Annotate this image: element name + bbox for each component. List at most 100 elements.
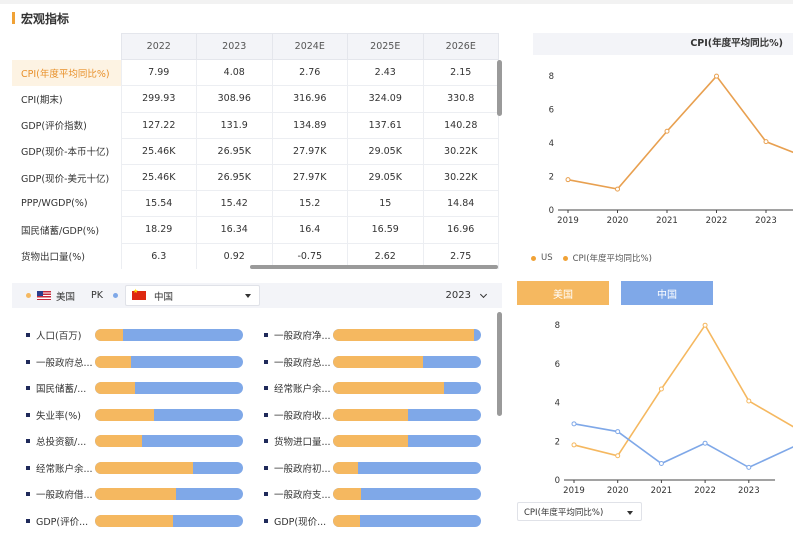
table-horizontal-scrollbar[interactable] (250, 265, 498, 269)
comparison-label: 一般政府支... (274, 490, 331, 501)
y-tick-label: 6 (549, 106, 554, 116)
comparison-bar-us-fill (333, 488, 362, 500)
comparison-vertical-scrollbar[interactable] (497, 312, 502, 416)
comparison-bar-track (95, 461, 243, 474)
table-cell: 2.76 (271, 59, 348, 87)
legend-item-us[interactable]: US (531, 253, 553, 263)
cn-flag-icon (132, 288, 146, 300)
row-label[interactable]: CPI(期末) (12, 86, 121, 112)
table-cell: 30.22K (422, 163, 499, 192)
x-tick-label: 2020 (607, 486, 629, 496)
comparison-item[interactable]: 一般政府初... (264, 460, 337, 476)
table-cell: 6.3 (120, 242, 197, 269)
table-cell: 316.96 (271, 85, 348, 113)
us-series-button[interactable]: 美国 (517, 281, 609, 305)
table-row[interactable]: GDP(现价-本币十亿) 25.46K 26.95K 27.97K 29.05K… (12, 137, 499, 165)
year-select[interactable]: 2023 (446, 283, 488, 308)
comparison-item[interactable]: 一般政府收... (264, 407, 337, 423)
column-header[interactable]: 2023 (196, 33, 273, 61)
comparison-bar-track (333, 461, 481, 474)
comparison-label: 一般政府总... (274, 357, 331, 369)
row-label[interactable]: GDP(现价-美元十亿) (12, 164, 121, 190)
comparison-label: 经常账户余... (274, 384, 331, 395)
comparison-item[interactable]: 一般政府总... (264, 354, 337, 370)
bullet-square-icon (26, 359, 30, 364)
comparison-bar-track (95, 329, 243, 341)
cpi-chart-title: CPI(年度平均同比%) (690, 38, 783, 49)
y-tick-label: 0 (555, 476, 560, 486)
table-row[interactable]: GDP(评价指数) 127.22 131.9 134.89 137.61 140… (12, 111, 499, 139)
comparison-bar-us-fill (95, 329, 124, 341)
cn-series-button[interactable]: 中国 (621, 281, 713, 305)
row-label[interactable]: CPI(年度平均同比%) (12, 59, 121, 86)
row-label[interactable]: 货物出口量(%) (12, 243, 121, 269)
table-cell: 16.34 (196, 216, 273, 244)
comparison-label: 国民储蓄/... (36, 384, 87, 395)
table-row[interactable]: 国民储蓄/GDP(%) 18.29 16.34 16.4 16.59 16.96 (12, 216, 499, 244)
cn-dot-icon (112, 293, 118, 298)
table-cell: 15.54 (120, 190, 197, 218)
bullet-square-icon (264, 465, 268, 470)
y-tick-label: 2 (549, 173, 554, 183)
bullet-square-icon (264, 439, 268, 443)
us-flag-icon (37, 291, 51, 300)
comparison-label: 一般政府借... (36, 490, 93, 501)
series-line (573, 323, 793, 457)
bullet-square-icon (264, 518, 268, 523)
table-row[interactable]: GDP(现价-美元十亿) 25.46K 26.95K 27.97K 29.05K… (12, 163, 499, 192)
table-cell: 2.15 (422, 59, 499, 87)
comparison-item[interactable]: GDP(现价... (264, 513, 337, 529)
comparison-bar-track (333, 408, 481, 421)
comparison-item[interactable]: 货物进口量... (264, 433, 337, 449)
table-cell: 26.95K (196, 163, 273, 192)
data-point (615, 429, 621, 435)
comparison-label: 一般政府总... (36, 357, 93, 369)
comparison-item[interactable]: 经常账户余... (26, 460, 99, 476)
comparison-item[interactable]: 一般政府总... (26, 354, 99, 370)
column-header[interactable]: 2025E (347, 33, 424, 61)
row-label[interactable]: GDP(评价指数) (12, 112, 121, 138)
x-tick-label: 2023 (738, 486, 760, 496)
comparison-label: GDP(评价... (36, 516, 89, 528)
comparison-item[interactable]: 总投资额/... (26, 433, 99, 449)
comparison-label: 货物进口量... (274, 437, 331, 448)
comparison-bar-us-fill (95, 461, 193, 474)
comparison-item[interactable]: 一般政府净... (264, 327, 337, 343)
data-point (714, 73, 719, 79)
top-divider (0, 0, 793, 4)
row-label[interactable]: GDP(现价-本币十亿) (12, 138, 121, 164)
table-cell: 308.96 (196, 85, 273, 113)
column-header[interactable]: 2024E (271, 33, 348, 61)
table-cell: 137.61 (347, 111, 424, 139)
pk-comparison-bar: 美国 PK 中国 2023 (12, 283, 502, 308)
bullet-square-icon (264, 492, 268, 496)
comparison-item[interactable]: 一般政府支... (264, 486, 337, 502)
table-cell: 30.22K (422, 137, 499, 165)
table-vertical-scrollbar[interactable] (497, 60, 502, 116)
row-label[interactable]: 国民储蓄/GDP(%) (12, 217, 121, 243)
us-dot-icon (26, 293, 31, 298)
section-title: 宏观指标 (21, 11, 70, 26)
comparison-item[interactable]: 国民储蓄/... (26, 380, 99, 396)
y-tick-label: 8 (549, 72, 554, 82)
legend-item-cpi[interactable]: CPI(年度平均同比%) (562, 252, 652, 264)
table-cell: 7.99 (120, 59, 197, 87)
table-row[interactable]: CPI(年度平均同比%) 7.99 4.08 2.76 2.43 2.15 (12, 59, 499, 87)
comparison-item[interactable]: 失业率(%) (26, 407, 99, 423)
table-row[interactable]: CPI(期末) 299.93 308.96 316.96 324.09 330.… (12, 85, 499, 113)
column-header[interactable]: 2022 (120, 33, 197, 61)
comparison-item[interactable]: 一般政府借... (26, 486, 99, 502)
metric-select[interactable]: CPI(年度平均同比%) (517, 502, 642, 521)
comparison-item[interactable]: 经常账户余... (264, 380, 337, 396)
country-select[interactable]: 中国 (125, 285, 260, 306)
data-point (615, 453, 621, 459)
row-label[interactable]: PPP/WGDP(%) (12, 191, 121, 217)
table-cell: 15.42 (196, 190, 273, 218)
table-cell: 16.96 (422, 216, 499, 244)
data-point (664, 128, 670, 134)
table-cell: 134.89 (271, 111, 348, 139)
comparison-item[interactable]: 人口(百万) (26, 327, 99, 343)
column-header[interactable]: 2026E (422, 33, 499, 61)
comparison-item[interactable]: GDP(评价... (26, 513, 99, 529)
table-row[interactable]: PPP/WGDP(%) 15.54 15.42 15.2 15 14.84 (12, 190, 499, 218)
